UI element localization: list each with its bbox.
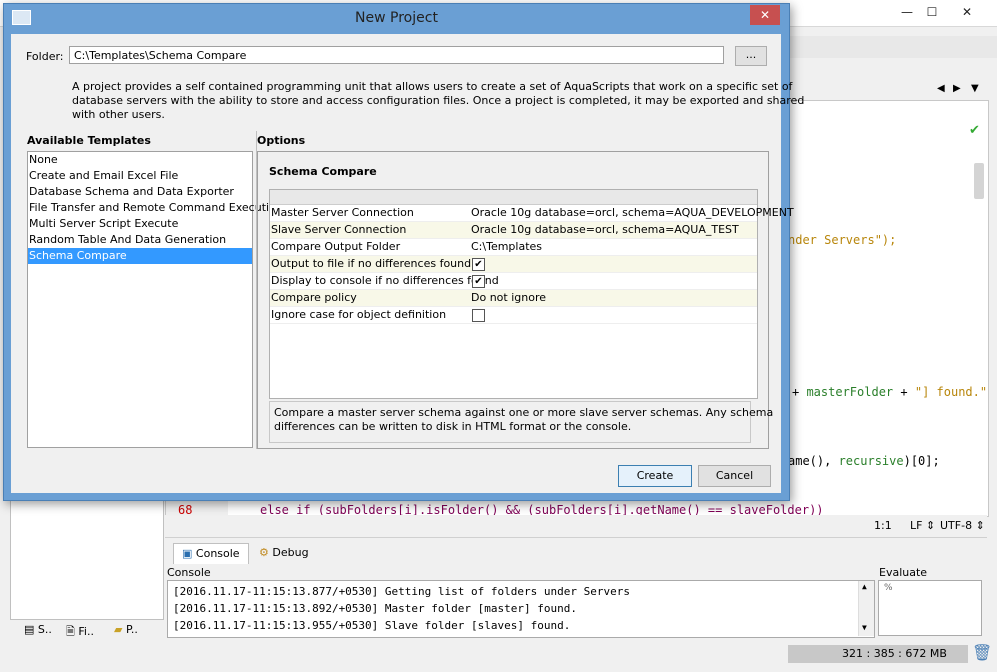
folder-label: Folder:	[26, 50, 64, 63]
console-scrollbar[interactable]: ▲ ▼	[858, 581, 874, 636]
tab-projects[interactable]: ▰ P..	[114, 623, 138, 636]
tab-debug[interactable]: ⚙ Debug	[251, 543, 317, 563]
close-button[interactable]: ✕	[952, 0, 982, 24]
console-label: Console	[167, 566, 211, 579]
minimize-icon: —	[901, 5, 913, 19]
left-panel	[10, 500, 164, 620]
table-row[interactable]: Compare policy Do not ignore	[270, 290, 757, 307]
maximize-button[interactable]: ☐	[917, 0, 947, 24]
evaluate-input[interactable]: %	[878, 580, 982, 636]
list-item[interactable]: Database Schema and Data Exporter	[28, 184, 252, 200]
options-header: Options	[257, 134, 306, 147]
project-description: A project provides a self contained prog…	[72, 80, 805, 121]
check-icon: ✔	[969, 123, 980, 138]
dialog-close-button[interactable]: ✕	[750, 5, 780, 25]
bottom-tabs: ▣ Console ⚙ Debug	[165, 541, 987, 565]
evaluate-panel: Evaluate %	[878, 565, 986, 638]
gear-icon: ⚙	[259, 546, 269, 559]
table-row[interactable]: Display to console if no differences fou…	[270, 273, 757, 290]
display-to-console-checkbox[interactable]: ✔	[472, 275, 485, 288]
table-row[interactable]: Master Server Connection Oracle 10g data…	[270, 205, 794, 222]
console-line: [2016.11.17-11:15:13.892/+0530] Master f…	[173, 602, 577, 615]
code-line: nder Servers");	[788, 233, 897, 247]
dialog-body: Folder: C:\Templates\Schema Compare ... …	[11, 34, 804, 493]
console-output[interactable]: [2016.11.17-11:15:13.877/+0530] Getting …	[167, 580, 875, 638]
console-line: [2016.11.17-11:15:13.955/+0530] Slave fo…	[173, 619, 571, 632]
option-description: Compare a master server schema against o…	[269, 401, 773, 443]
left-tabs: ▤ S.. 🗎 Fi.. ▰ P..	[10, 618, 162, 642]
tab-s[interactable]: ▤ S..	[24, 623, 52, 636]
list-item[interactable]: None	[28, 152, 252, 168]
maximize-icon: ☐	[926, 5, 938, 19]
trash-icon[interactable]: 🗑	[972, 643, 992, 662]
scroll-down-icon[interactable]: ▼	[862, 623, 867, 632]
output-to-file-checkbox[interactable]: ✔	[472, 258, 485, 271]
console-line: [2016.11.17-11:15:13.877/+0530] Getting …	[173, 585, 630, 598]
new-project-dialog: New Project ✕ Folder: C:\Templates\Schem…	[3, 3, 804, 501]
folder-input[interactable]: C:\Templates\Schema Compare	[69, 46, 724, 64]
table-row[interactable]: Ignore case for object definition	[270, 307, 757, 324]
ide-menubar	[788, 36, 997, 58]
tab-files[interactable]: 🗎 Fi..	[66, 623, 94, 642]
folder-icon: ▰	[114, 623, 123, 636]
scroll-tabs-left-icon[interactable]: ◀	[937, 83, 945, 94]
table-row[interactable]: Slave Server Connection Oracle 10g datab…	[270, 222, 757, 239]
scroll-up-icon[interactable]: ▲	[862, 582, 867, 591]
templates-list[interactable]: None Create and Email Excel File Databas…	[27, 151, 283, 448]
list-item[interactable]: Create and Email Excel File	[28, 168, 252, 184]
panel-icon: ▤	[24, 623, 35, 636]
ignore-case-checkbox[interactable]	[472, 309, 485, 322]
editor-scrollbar-thumb[interactable]	[974, 163, 984, 199]
editor-statusline: 1:1 LF ⇕ UTF-8 ⇕	[165, 515, 987, 538]
options-title: Schema Compare	[269, 165, 377, 178]
tab-console[interactable]: ▣ Console	[173, 543, 249, 564]
close-icon: ✕	[759, 8, 771, 22]
encoding-select[interactable]: UTF-8 ⇕	[940, 519, 985, 532]
table-row[interactable]: Compare Output Folder C:\Templates	[270, 239, 757, 256]
code-line: ame(), recursive)[0];	[788, 454, 940, 468]
tabs-menu-icon[interactable]: ▼	[971, 83, 979, 94]
memory-indicator[interactable]: 321 : 385 : 672 MB	[788, 645, 968, 663]
templates-header: Available Templates	[27, 134, 151, 147]
list-item[interactable]: Multi Server Script Execute	[28, 216, 252, 232]
options-panel: Schema Compare Master Server Connection …	[257, 151, 794, 449]
properties-header	[270, 190, 757, 205]
status-bar: 321 : 385 : 672 MB 🗑	[0, 642, 997, 672]
line-ending-select[interactable]: LF ⇕	[910, 519, 935, 532]
code-line: + masterFolder + "] found.");	[792, 385, 988, 399]
list-item-selected[interactable]: Schema Compare	[28, 248, 252, 264]
line-number-gutter	[166, 499, 228, 516]
file-icon: 🗎	[66, 625, 75, 638]
table-row[interactable]: Output to file if no differences found ✔	[270, 256, 757, 273]
list-item[interactable]: Random Table And Data Generation	[28, 232, 252, 248]
evaluate-label: Evaluate	[879, 566, 928, 579]
browse-button[interactable]: ...	[735, 46, 767, 66]
console-icon: ▣	[182, 547, 193, 560]
dialog-title: New Project	[355, 10, 438, 26]
create-button[interactable]: Create	[618, 465, 692, 487]
cursor-position: 1:1	[874, 519, 892, 532]
close-icon: ✕	[961, 5, 973, 19]
list-item[interactable]: File Transfer and Remote Command Executi…	[28, 200, 283, 216]
properties-table: Master Server Connection Oracle 10g data…	[269, 189, 794, 399]
dialog-titlebar[interactable]: New Project ✕	[4, 4, 789, 32]
scroll-tabs-right-icon[interactable]: ▶	[953, 83, 961, 94]
cancel-button[interactable]: Cancel	[698, 465, 771, 487]
